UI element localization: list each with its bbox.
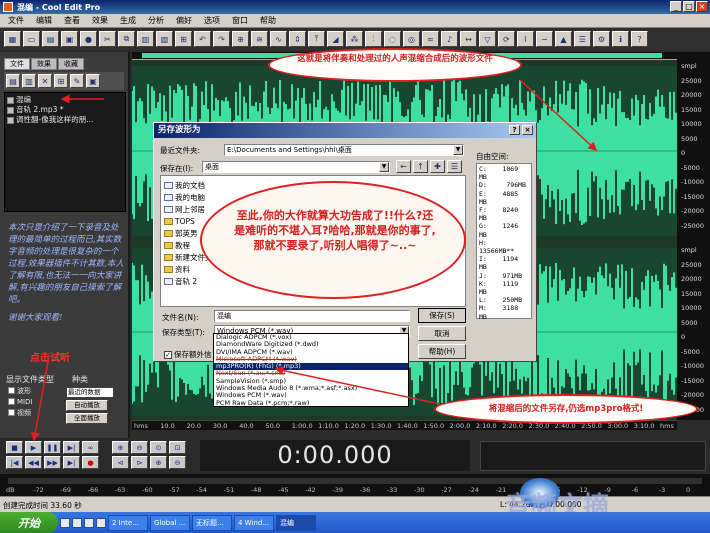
arrow-to-mp3pro: [274, 366, 441, 405]
arrow-to-play: [30, 361, 49, 442]
arrow-to-wave: [519, 79, 598, 152]
annotation-arrows: [30, 79, 598, 442]
